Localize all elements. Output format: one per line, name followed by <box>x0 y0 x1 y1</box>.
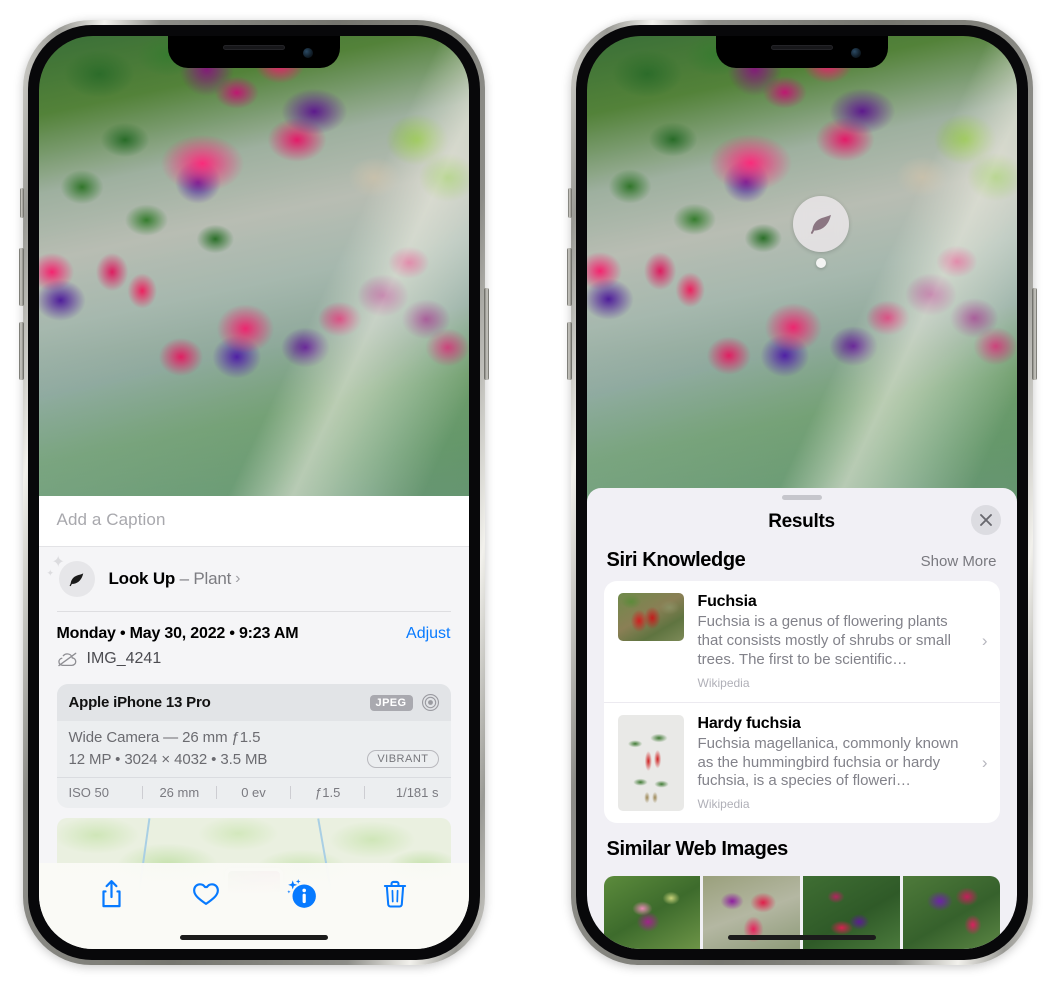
lens-line: Wide Camera — 26 mm ƒ1.5 <box>68 729 261 746</box>
date-row: Monday • May 30, 2022 • 9:23 AM Adjust <box>57 625 451 643</box>
phone-left-screen: Add a Caption ✦ ✦ Look Up – Plant › Mond… <box>38 36 469 949</box>
camera-header-row: Apple iPhone 13 Pro JPEG <box>56 684 451 721</box>
photo-fuchsia-flowers[interactable] <box>586 36 1017 506</box>
caption-field-row[interactable]: Add a Caption <box>38 496 469 547</box>
phone-left: Add a Caption ✦ ✦ Look Up – Plant › Mond… <box>18 20 489 965</box>
chevron-right-icon: › <box>235 570 241 587</box>
results-title: Results <box>768 511 835 532</box>
adjust-button[interactable]: Adjust <box>406 625 450 643</box>
volume-down-button[interactable] <box>18 322 24 380</box>
look-up-row[interactable]: ✦ ✦ Look Up – Plant › <box>39 547 469 611</box>
web-image-4[interactable] <box>902 876 1000 949</box>
specs-line: 12 MP • 3024 × 4032 • 3.5 MB <box>68 750 268 768</box>
look-up-dash: – <box>179 569 189 588</box>
list-item[interactable]: Hardy fuchsia Fuchsia magellanica, commo… <box>603 701 1000 824</box>
aperture-icon <box>421 693 440 712</box>
mute-switch[interactable] <box>567 188 572 218</box>
siri-knowledge-header: Siri Knowledge Show More <box>587 543 1017 581</box>
exif-row: ISO 50 26 mm 0 ev ƒ1.5 1/181 s <box>56 777 451 808</box>
device-notch <box>167 36 340 68</box>
list-item-description: Fuchsia magellanica, commonly known as t… <box>697 734 959 790</box>
sparkle-small-icon: ✦ <box>46 568 55 578</box>
earpiece-speaker-icon <box>770 45 833 50</box>
cloud-slash-icon <box>57 652 78 667</box>
phone-right-bezel: Results Siri Knowledge Show More Fuchsia… <box>575 25 1028 960</box>
phone-right: Results Siri Knowledge Show More Fuchsia… <box>566 20 1037 965</box>
look-up-indicator-dot <box>815 258 826 268</box>
photographic-style-badge: VIBRANT <box>367 750 439 768</box>
volume-down-button[interactable] <box>566 322 572 380</box>
share-button[interactable] <box>89 874 135 914</box>
volume-up-button[interactable] <box>18 248 24 306</box>
exif-shutter: 1/181 s <box>395 785 439 800</box>
format-badge: JPEG <box>369 694 413 711</box>
similar-web-images-title: Similar Web Images <box>606 838 789 861</box>
look-up-label: Look Up – Plant <box>109 569 232 589</box>
photo-light-overlay <box>586 36 1017 506</box>
list-item-source: Wikipedia <box>697 797 750 812</box>
web-image-1[interactable] <box>603 876 701 949</box>
chevron-right-icon: › <box>981 631 988 651</box>
exif-focal: 26 mm <box>159 785 200 800</box>
home-indicator[interactable] <box>727 935 876 940</box>
photo-filename: IMG_4241 <box>86 650 162 667</box>
leaf-icon[interactable] <box>792 196 849 268</box>
fuchsia-red-flowers-thumb <box>617 593 684 641</box>
list-item-body: Hardy fuchsia Fuchsia magellanica, commo… <box>698 715 987 812</box>
filename-row: IMG_4241 <box>57 650 451 668</box>
list-item[interactable]: Fuchsia Fuchsia is a genus of flowering … <box>604 581 1000 702</box>
exif-exposure: 0 ev <box>241 785 266 800</box>
siri-knowledge-title: Siri Knowledge <box>606 549 746 571</box>
front-camera-icon <box>850 48 861 58</box>
home-indicator[interactable] <box>179 935 328 940</box>
look-up-icon-group: ✦ ✦ <box>47 555 95 599</box>
list-item-source: Wikipedia <box>697 675 750 690</box>
power-button[interactable] <box>1031 288 1037 380</box>
caption-placeholder[interactable]: Add a Caption <box>57 510 451 530</box>
camera-body: Wide Camera — 26 mm ƒ1.5 12 MP • 3024 × … <box>57 721 451 777</box>
chevron-right-icon: › <box>981 753 988 772</box>
volume-up-button[interactable] <box>566 248 572 306</box>
leaf-icon <box>58 561 95 597</box>
power-button[interactable] <box>483 288 489 380</box>
phone-right-screen: Results Siri Knowledge Show More Fuchsia… <box>586 36 1017 949</box>
camera-badges: JPEG <box>369 693 440 712</box>
specs-row: 12 MP • 3024 × 4032 • 3.5 MB VIBRANT <box>69 750 439 768</box>
list-item-title: Hardy fuchsia <box>697 714 801 732</box>
exif-iso: ISO 50 <box>68 785 109 800</box>
favorite-button[interactable] <box>183 874 229 914</box>
photo-light-overlay <box>38 36 469 508</box>
earpiece-speaker-icon <box>222 45 285 50</box>
delete-button[interactable] <box>372 874 418 914</box>
exif-aperture: ƒ1.5 <box>315 785 341 800</box>
show-more-button[interactable]: Show More <box>921 553 997 570</box>
info-button[interactable] <box>278 874 324 914</box>
list-item-body: Fuchsia Fuchsia is a genus of flowering … <box>698 593 987 690</box>
similar-web-images-header: Similar Web Images <box>587 823 1017 863</box>
photo-metadata-block: Monday • May 30, 2022 • 9:23 AM Adjust I… <box>39 612 469 678</box>
phone-left-bezel: Add a Caption ✦ ✦ Look Up – Plant › Mond… <box>27 25 480 960</box>
list-item-title: Fuchsia <box>697 593 757 610</box>
look-up-subject: Plant <box>193 569 232 588</box>
camera-info-card: Apple iPhone 13 Pro JPEG Wide Camera — 2… <box>56 684 451 808</box>
list-item-description: Fuchsia is a genus of flowering plants t… <box>697 613 951 668</box>
look-up-title: Look Up <box>108 569 176 588</box>
results-header: Results <box>587 500 1017 543</box>
screenshot-stage: Add a Caption ✦ ✦ Look Up – Plant › Mond… <box>0 0 1055 985</box>
capture-date: Monday • May 30, 2022 • 9:23 AM <box>56 625 299 642</box>
mute-switch[interactable] <box>19 188 24 218</box>
device-notch <box>715 36 888 68</box>
siri-knowledge-list: Fuchsia Fuchsia is a genus of flowering … <box>603 581 1000 824</box>
results-sheet: Results Siri Knowledge Show More Fuchsia… <box>586 488 1017 949</box>
front-camera-icon <box>302 48 313 58</box>
close-icon[interactable] <box>970 505 1001 535</box>
camera-model: Apple iPhone 13 Pro <box>68 694 211 711</box>
hardy-fuchsia-branch-thumb <box>617 714 684 811</box>
photo-fuchsia-flowers[interactable] <box>38 36 469 508</box>
